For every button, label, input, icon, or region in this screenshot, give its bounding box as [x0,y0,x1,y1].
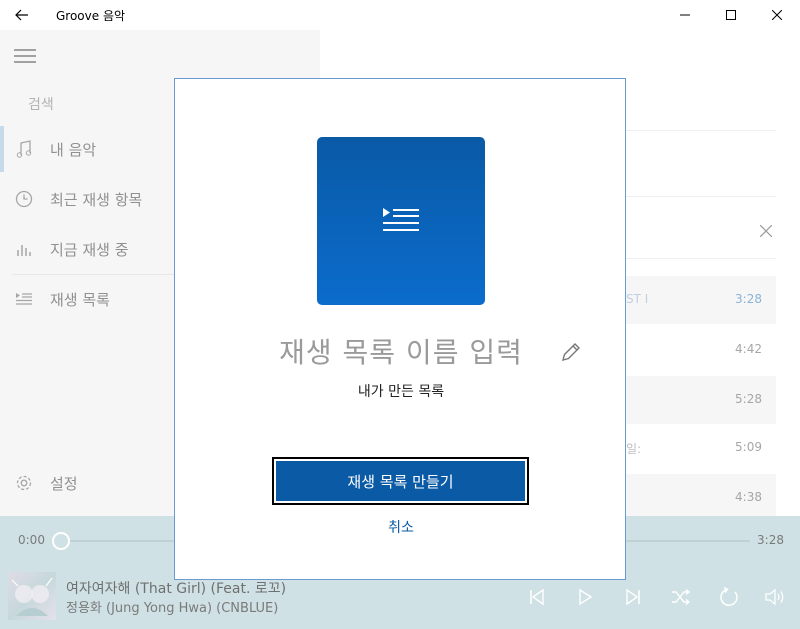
playlist-name-placeholder: 재생 목록 이름 입력 [279,336,523,369]
create-playlist-button[interactable]: 재생 목록 만들기 [272,457,529,505]
back-arrow-icon [15,9,28,21]
playlist-art [317,137,485,305]
create-playlist-dialog: 재생 목록 이름 입력 내가 만든 목록 재생 목록 만들기 취소 [174,78,626,580]
close-icon [772,10,782,20]
minimize-button[interactable] [662,0,708,30]
edit-name-button[interactable] [559,340,583,364]
close-window-button[interactable] [754,0,800,30]
minimize-icon [680,14,690,16]
playlist-icon [383,208,419,231]
playlist-subtitle: 내가 만든 목록 [357,384,445,400]
maximize-icon [726,10,736,20]
pencil-icon [562,343,580,361]
back-button[interactable] [0,0,44,30]
app-title: Groove 음악 [56,8,126,23]
maximize-button[interactable] [708,0,754,30]
title-bar: Groove 음악 [0,0,800,30]
cancel-link[interactable]: 취소 [175,517,627,537]
